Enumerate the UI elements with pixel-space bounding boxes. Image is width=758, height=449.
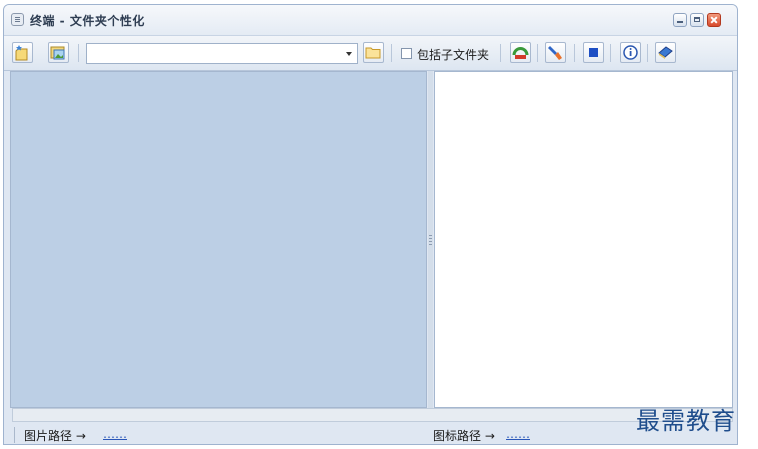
horizontal-scrollbar[interactable] bbox=[12, 408, 733, 422]
about-button[interactable] bbox=[620, 42, 641, 63]
info-icon bbox=[623, 45, 638, 60]
window-title: 终端 - 文件夹个性化 bbox=[30, 14, 145, 28]
book-icon bbox=[658, 46, 673, 59]
stop-icon bbox=[589, 48, 598, 57]
folder-tree-pane[interactable] bbox=[10, 71, 427, 408]
toolbar: 包括子文件夹 bbox=[4, 36, 737, 71]
title-bar[interactable]: 终端 - 文件夹个性化 bbox=[4, 5, 737, 36]
splitter-grip[interactable] bbox=[429, 235, 432, 245]
icon-path-link[interactable]: …… bbox=[506, 427, 530, 441]
folder-icon bbox=[365, 47, 381, 59]
browse-folder-button[interactable] bbox=[48, 42, 69, 63]
image-path-label: 图片路径 → bbox=[24, 429, 86, 443]
new-folder-icon bbox=[15, 45, 28, 61]
help-button[interactable] bbox=[655, 42, 676, 63]
image-path-link[interactable]: …… bbox=[103, 427, 127, 441]
apply-icon bbox=[512, 47, 529, 59]
preview-pane[interactable] bbox=[434, 71, 733, 408]
status-bar: 图片路径 → …… 图标路径 → …… bbox=[4, 424, 737, 444]
apply-button[interactable] bbox=[510, 42, 531, 63]
brush-icon bbox=[548, 46, 562, 60]
maximize-button[interactable] bbox=[690, 13, 704, 27]
folder-picture-icon bbox=[50, 46, 65, 60]
clear-button[interactable] bbox=[545, 42, 566, 63]
include-subfolders-label[interactable]: 包括子文件夹 bbox=[417, 46, 489, 63]
stop-button[interactable] bbox=[583, 42, 604, 63]
minimize-button[interactable] bbox=[673, 13, 687, 27]
folder-path-combobox[interactable] bbox=[86, 43, 358, 64]
dropdown-arrow-icon[interactable] bbox=[346, 52, 352, 56]
app-window: 终端 - 文件夹个性化 包括子文件夹 图片路径 → …… 图标路径 → …… bbox=[3, 4, 738, 445]
app-menu-icon[interactable] bbox=[11, 13, 24, 26]
close-button[interactable] bbox=[707, 13, 721, 27]
new-folder-button[interactable] bbox=[12, 42, 33, 63]
open-folder-button[interactable] bbox=[363, 42, 384, 63]
include-subfolders-checkbox[interactable] bbox=[401, 48, 412, 59]
icon-path-label: 图标路径 → bbox=[433, 429, 495, 443]
watermark-text: 最需教育 bbox=[636, 407, 736, 435]
